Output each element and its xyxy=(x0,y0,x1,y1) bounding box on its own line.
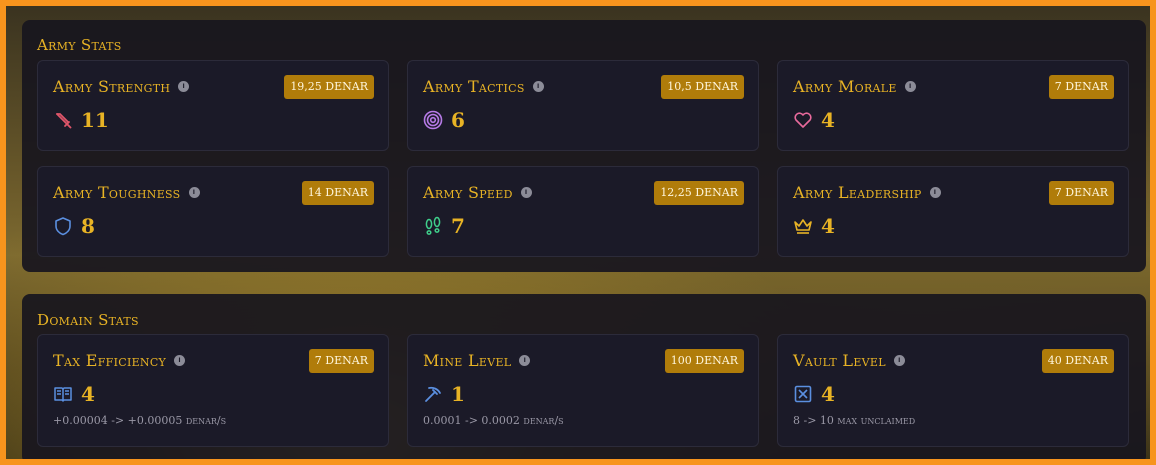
upgrade-price-button[interactable]: 100 DENAR xyxy=(664,349,744,373)
footprints-icon xyxy=(425,216,441,235)
sword-icon xyxy=(56,113,72,129)
card-army-strength: Army Strength i 19,25 DENAR 11 xyxy=(37,60,389,151)
book-open-icon xyxy=(54,387,72,402)
info-icon[interactable]: i xyxy=(904,81,916,92)
card-label: Vault Level xyxy=(793,351,886,370)
card-army-toughness: Army Toughness i 14 DENAR 8 xyxy=(37,166,389,257)
card-label: Army Morale xyxy=(793,77,897,96)
card-army-morale: Army Morale i 7 DENAR 4 xyxy=(777,60,1129,151)
pickaxe-icon xyxy=(425,386,441,402)
upgrade-price-button[interactable]: 7 DENAR xyxy=(1048,75,1114,99)
crown-icon xyxy=(794,219,812,234)
section-title: Domain Stats xyxy=(37,311,139,329)
card-tax-efficiency: Tax Efficiency i 7 DENAR 4 +0.00004 -> +0… xyxy=(37,334,389,447)
stat-value: 4 xyxy=(821,108,835,132)
heart-icon xyxy=(794,112,812,128)
card-mine-level: Mine Level i 100 DENAR 1 0.0001 -> 0.0002… xyxy=(407,334,759,447)
card-label: Army Strength xyxy=(53,77,171,96)
upgrade-price-button[interactable]: 7 DENAR xyxy=(1048,181,1114,205)
stat-value: 6 xyxy=(451,108,465,132)
upgrade-price-button[interactable]: 10,5 DENAR xyxy=(661,75,744,99)
stat-value: 8 xyxy=(81,214,95,238)
upgrade-price-button[interactable]: 40 DENAR xyxy=(1041,349,1114,373)
card-label: Army Tactics xyxy=(423,77,525,96)
stat-value: 11 xyxy=(81,108,109,132)
stat-value: 4 xyxy=(821,382,835,406)
info-icon[interactable]: i xyxy=(929,187,941,198)
vault-icon xyxy=(794,385,812,403)
stat-upgrade-preview: +0.00004 -> +0.00005 denar/s xyxy=(53,414,227,427)
target-icon xyxy=(423,110,443,130)
info-icon[interactable]: i xyxy=(519,355,531,366)
upgrade-price-button[interactable]: 12,25 DENAR xyxy=(654,181,744,205)
info-icon[interactable]: i xyxy=(893,355,905,366)
card-label: Army Toughness xyxy=(53,183,181,202)
stat-value: 4 xyxy=(81,382,95,406)
upgrade-price-button[interactable]: 19,25 DENAR xyxy=(284,75,374,99)
info-icon[interactable]: i xyxy=(532,81,544,92)
card-army-speed: Army Speed i 12,25 DENAR 7 xyxy=(407,166,759,257)
card-label: Army Speed xyxy=(423,183,513,202)
info-icon[interactable]: i xyxy=(520,187,532,198)
card-army-tactics: Army Tactics i 10,5 DENAR 6 xyxy=(407,60,759,151)
stat-value: 4 xyxy=(821,214,835,238)
info-icon[interactable]: i xyxy=(188,187,200,198)
card-label: Mine Level xyxy=(423,351,512,370)
upgrade-price-button[interactable]: 14 DENAR xyxy=(301,181,374,205)
domain-stats-panel: Domain Stats Tax Efficiency i 7 DENAR 4 +… xyxy=(22,294,1146,459)
section-title: Army Stats xyxy=(37,36,122,54)
card-army-leadership: Army Leadership i 7 DENAR 4 xyxy=(777,166,1129,257)
info-icon[interactable]: i xyxy=(174,355,186,366)
background-frame: Army Stats Army Strength i 19,25 DENAR 11… xyxy=(6,6,1150,459)
stat-value: 1 xyxy=(451,382,465,406)
card-label: Tax Efficiency xyxy=(53,351,167,370)
upgrade-price-button[interactable]: 7 DENAR xyxy=(308,349,374,373)
army-stats-panel: Army Stats Army Strength i 19,25 DENAR 11… xyxy=(22,20,1146,272)
stat-upgrade-preview: 8 -> 10 max unclaimed xyxy=(793,414,916,427)
card-label: Army Leadership xyxy=(793,183,922,202)
stat-value: 7 xyxy=(451,214,465,238)
info-icon[interactable]: i xyxy=(178,81,190,92)
stat-upgrade-preview: 0.0001 -> 0.0002 denar/s xyxy=(423,414,564,427)
card-vault-level: Vault Level i 40 DENAR 4 8 -> 10 max uncl… xyxy=(777,334,1129,447)
shield-icon xyxy=(55,217,71,236)
